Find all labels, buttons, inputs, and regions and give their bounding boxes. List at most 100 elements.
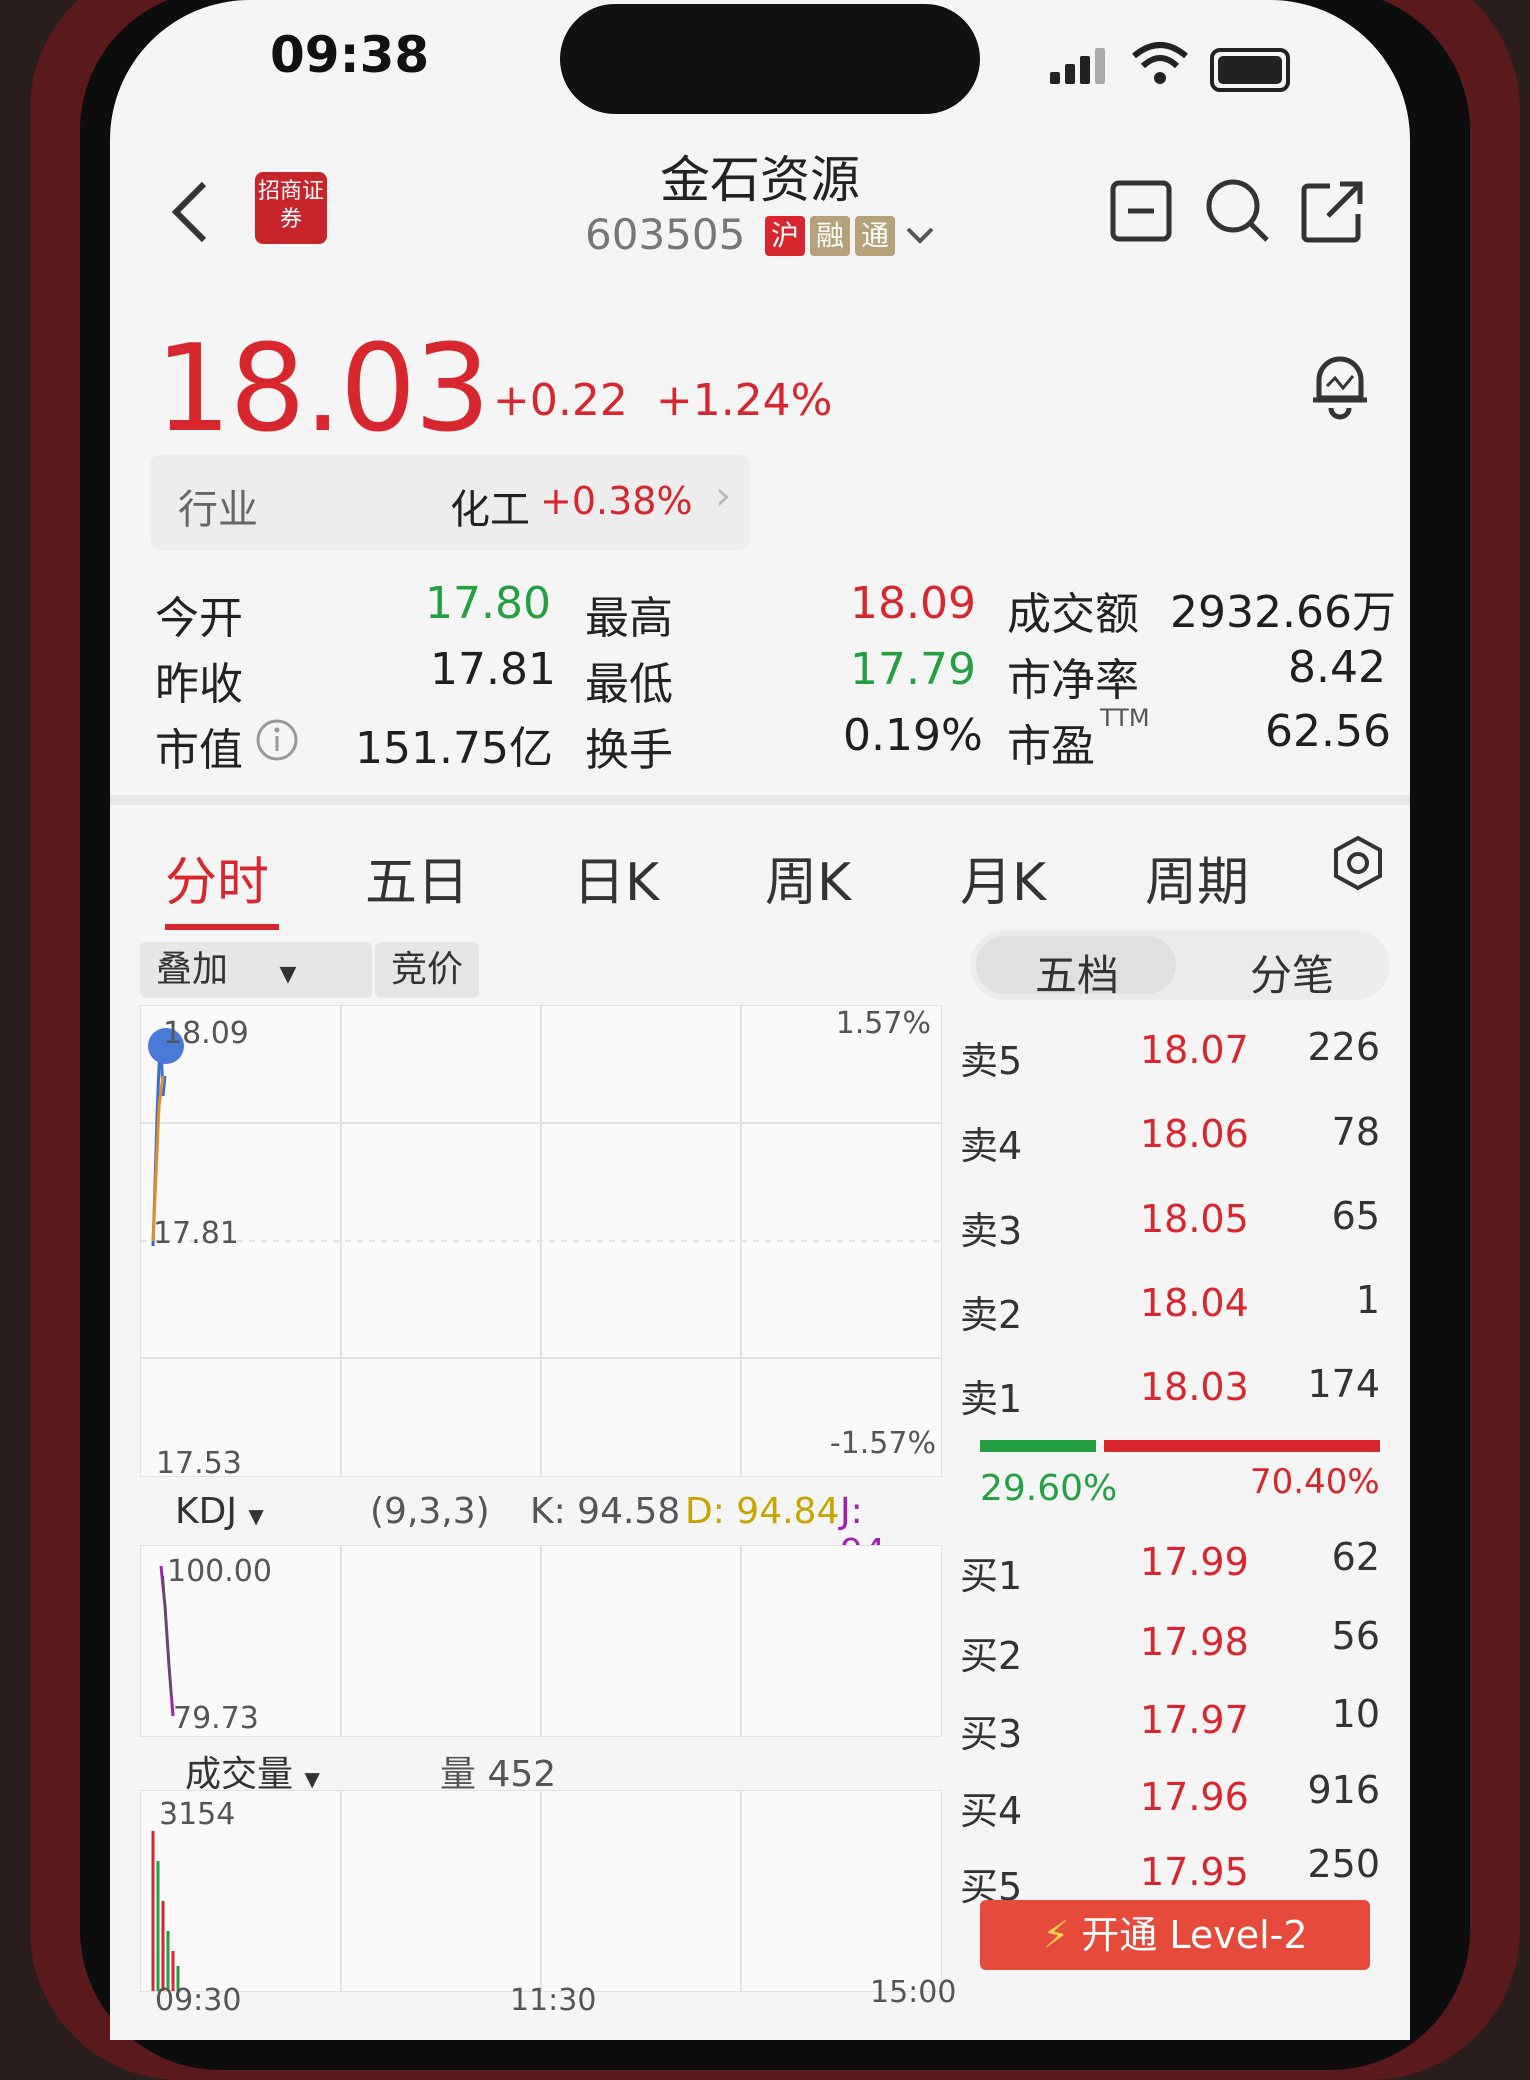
sell-pct: 70.40% [1250,1462,1380,1502]
price-axis-mid: 17.81 [153,1216,239,1251]
bid-3-label: 买3 [960,1712,1023,1756]
ask-4-label: 卖4 [960,1124,1023,1168]
stat-low-label: 最低 [585,659,673,710]
tab-five-day[interactable]: 五日 [365,840,469,915]
lightning-icon: ⚡ [1042,1913,1070,1957]
tab-tick-trades[interactable]: 分笔 [1250,942,1334,1003]
stat-pe-ttm: TTM [1100,704,1150,732]
battery-icon [1210,48,1290,92]
tab-monthly-k[interactable]: 月K [960,840,1046,915]
kdj-k: K: 94.58 [530,1491,681,1532]
info-icon[interactable] [255,718,299,762]
bid-1-vol: 62 [1331,1535,1380,1579]
status-time: 09:38 [270,26,430,84]
bid-4-label: 买4 [960,1789,1023,1833]
price-change-pct: +1.24% [655,375,833,426]
stat-prev-close-label: 昨收 [155,659,243,710]
bid-2-price: 17.98 [1140,1620,1249,1664]
kdj-chart[interactable]: 100.00 79.73 [140,1545,942,1737]
price-axis-bottom: 17.53 [156,1446,242,1481]
tab-active-indicator [165,924,279,930]
alert-bell-icon[interactable] [1305,350,1375,420]
overlay-label: 叠加 [156,949,229,990]
volume-header: 成交量 ▼ 量 452 [140,1745,950,1795]
stat-prev-close: 17.81 [430,644,556,695]
bid-3-vol: 10 [1331,1692,1380,1736]
settings-icon[interactable] [1330,835,1386,891]
ask-3-label: 卖3 [960,1209,1023,1253]
stat-high: 18.09 [850,578,976,629]
chevron-right-icon: › [715,473,731,519]
stat-pb: 8.42 [1288,642,1386,693]
search-icon[interactable] [1205,178,1271,244]
time-axis-start: 09:30 [155,1983,242,2018]
price-axis-top: 18.09 [163,1016,249,1051]
ask-3-price: 18.05 [1140,1197,1249,1241]
ask-2-price: 18.04 [1140,1281,1249,1325]
industry-row[interactable]: 行业 化工 +0.38% › [150,455,750,550]
ask-3-vol: 65 [1331,1194,1380,1238]
bid-2-label: 买2 [960,1634,1023,1678]
ask-1-label: 卖1 [960,1377,1023,1421]
level2-label: 开通 Level-2 [1081,1913,1308,1957]
stat-open: 17.80 [425,578,551,629]
kdj-params: (9,3,3) [370,1491,490,1532]
intraday-chart[interactable]: 18.09 17.81 17.53 1.57% -1.57% [140,1005,942,1481]
tab-weekly-k[interactable]: 周K [765,840,851,915]
sell-ratio-fill [1104,1440,1380,1452]
bid-5-vol: 250 [1307,1842,1380,1886]
ask-1-price: 18.03 [1140,1365,1249,1409]
time-axis-end: 15:00 [870,1975,957,2010]
bid-1-label: 买1 [960,1554,1023,1598]
tab-five-levels[interactable]: 五档 [1035,942,1119,1003]
volume-label: 成交量 [185,1754,294,1795]
ask-5-price: 18.07 [1140,1028,1249,1072]
kdj-label: KDJ [175,1491,237,1532]
overlay-dropdown[interactable]: 叠加 ▼ [140,942,372,998]
bid-3-price: 17.97 [1140,1698,1249,1742]
bid-4-price: 17.96 [1140,1775,1249,1819]
stat-turnover: 0.19% [843,710,983,761]
kdj-dropdown[interactable]: KDJ ▼ [175,1491,264,1532]
time-axis-mid: 11:30 [510,1983,597,2018]
section-divider [110,795,1410,805]
volume-chart[interactable]: 3154 [140,1790,942,1992]
ask-4-price: 18.06 [1140,1112,1249,1156]
bid-2-vol: 56 [1331,1614,1380,1658]
signal-icon [1050,48,1110,84]
chevron-down-icon[interactable] [905,226,935,246]
tab-daily-k[interactable]: 日K [573,840,659,915]
ask-1-vol: 174 [1307,1362,1380,1406]
back-icon[interactable] [170,180,210,244]
stat-amount-label: 成交额 [1007,589,1139,640]
minimize-icon[interactable] [1110,180,1172,242]
volume-axis-top: 3154 [159,1797,236,1832]
price-change-abs: +0.22 [493,375,628,426]
tab-intraday[interactable]: 分时 [165,840,269,915]
buy-ratio-fill [980,1440,1096,1452]
tag-connect: 通 [855,216,895,256]
level2-button[interactable]: ⚡ 开通 Level-2 [980,1900,1370,1970]
ask-2-label: 卖2 [960,1293,1023,1337]
buy-pct: 29.60% [980,1468,1118,1509]
share-icon[interactable] [1300,180,1364,244]
ask-5-label: 卖5 [960,1039,1023,1083]
ask-2-vol: 1 [1355,1278,1380,1322]
bid-5-price: 17.95 [1140,1850,1249,1894]
bid-1-price: 17.99 [1140,1540,1249,1584]
pct-axis-top: 1.57% [835,1006,931,1041]
caret-down-icon: ▼ [304,1767,320,1791]
stock-name: 金石资源 [660,151,860,209]
wifi-icon [1132,42,1188,84]
stat-mcap: 151.75亿 [355,723,553,774]
tag-sh: 沪 [765,216,805,256]
industry-change: +0.38% [540,479,693,523]
kdj-d: D: 94.84 [685,1491,840,1532]
kdj-axis-top: 100.00 [167,1554,272,1589]
dynamic-island [560,4,980,114]
pct-axis-bottom: -1.57% [829,1426,936,1461]
auction-button[interactable]: 竞价 [375,942,480,998]
auction-label: 竞价 [391,949,464,990]
kdj-header: KDJ ▼ (9,3,3) K: 94.58 D: 94.84 J: 94... [140,1485,950,1573]
tab-period[interactable]: 周期 [1145,840,1249,915]
